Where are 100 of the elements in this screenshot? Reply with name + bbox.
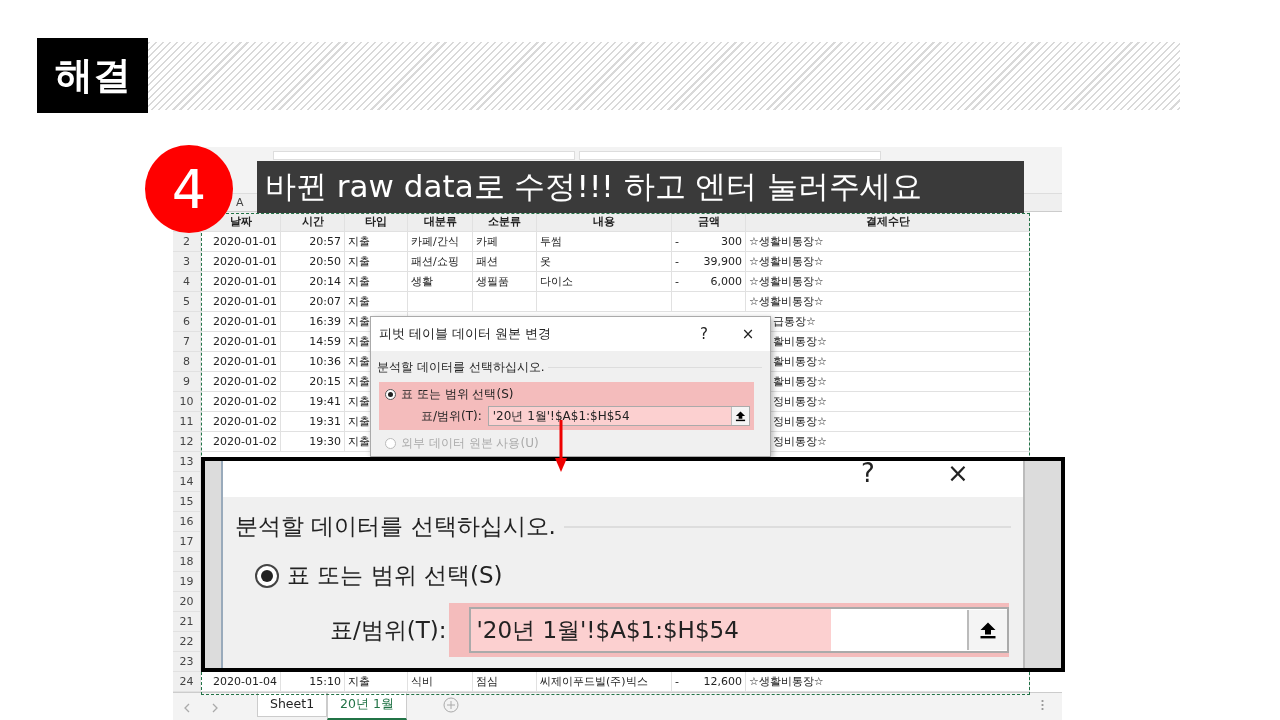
table-cell: 19:41 [281, 392, 345, 412]
table-cell: 지출 [345, 232, 408, 252]
table-cell: 2020-01-01 [201, 292, 281, 312]
column-header: 결제수단 [746, 212, 1030, 232]
table-cell: 20:14 [281, 272, 345, 292]
collapse-button[interactable] [730, 407, 749, 425]
column-header: 타입 [345, 212, 408, 232]
table-cell: 2020-01-01 [201, 272, 281, 292]
table-cell: 카페/간식 [408, 232, 473, 252]
row-number[interactable]: 5 [173, 292, 201, 312]
row-number[interactable]: 20 [173, 592, 201, 612]
row-number[interactable]: 4 [173, 272, 201, 292]
empty-cell [473, 292, 537, 312]
table-cell: 생필품 [473, 272, 537, 292]
amount-sign: - [675, 674, 679, 690]
row-number[interactable]: 14 [173, 472, 201, 492]
field-value: '20년 1월'!$A$1:$H$54 [476, 615, 740, 645]
table-cell: 20:07 [281, 292, 345, 312]
upload-icon [734, 410, 746, 422]
table-cell: 19:30 [281, 432, 345, 452]
column-letter[interactable]: A [236, 194, 244, 211]
row-number[interactable]: 6 [173, 312, 201, 332]
field-label: 표/범위(T): [421, 407, 482, 425]
table-cell: 14:59 [281, 332, 345, 352]
splitter-handle[interactable] [1041, 699, 1044, 711]
table-cell: 2020-01-02 [201, 372, 281, 392]
table-cell: 20:50 [281, 252, 345, 272]
row-number[interactable]: 2 [173, 232, 201, 252]
row-number[interactable]: 24 [173, 672, 201, 692]
row-number[interactable]: 8 [173, 352, 201, 372]
collapse-button[interactable] [966, 610, 1007, 650]
arrow-drawing [555, 420, 567, 472]
amount-sign: - [675, 234, 679, 250]
row-number[interactable]: 23 [173, 652, 201, 672]
table-cell: 20:57 [281, 232, 345, 252]
table-cell: ☆생활비통장☆ [746, 272, 1030, 292]
toolbar-field[interactable] [579, 151, 881, 160]
table-cell: 2020-01-02 [201, 432, 281, 452]
amount-value: 6,000 [710, 274, 742, 290]
empty-cell [408, 292, 473, 312]
table-cell: 10:36 [281, 352, 345, 372]
row-number[interactable]: 3 [173, 252, 201, 272]
toolbar-field[interactable] [273, 151, 575, 160]
scroll-right-icon[interactable] [210, 701, 220, 711]
help-button[interactable]: ? [682, 325, 726, 343]
table-cell: 다이소 [537, 272, 672, 292]
slide-heading: 해결 [37, 38, 148, 113]
upload-icon [978, 620, 997, 640]
table-cell: ☆생활비통장☆ [746, 252, 1030, 272]
table-cell: 지출 [345, 272, 408, 292]
row-number[interactable]: 10 [173, 392, 201, 412]
table-cell: 20:15 [281, 372, 345, 392]
column-header: 금액 [672, 212, 746, 232]
row-number[interactable]: 12 [173, 432, 201, 452]
row-number[interactable]: 22 [173, 632, 201, 652]
sheet-tab[interactable]: Sheet1 [257, 693, 328, 717]
table-cell: 패션/쇼핑 [408, 252, 473, 272]
row-number[interactable]: 18 [173, 552, 201, 572]
table-cell: 지출 [345, 252, 408, 272]
row-number[interactable]: 17 [173, 532, 201, 552]
table-cell: 2020-01-01 [201, 252, 281, 272]
table-cell: 생활 [408, 272, 473, 292]
range-field[interactable]: '20년 1월'!$A$1:$H$54 [487, 406, 750, 426]
column-header: 시간 [281, 212, 345, 232]
row-number[interactable]: 19 [173, 572, 201, 592]
row-number[interactable]: 21 [173, 612, 201, 632]
caption-banner: 바뀐 raw data로 수정!!! 하고 엔터 눌러주세요 [257, 161, 1024, 213]
row-number[interactable]: 11 [173, 412, 201, 432]
table-cell: 투썸 [537, 232, 672, 252]
column-header: 내용 [537, 212, 672, 232]
amount-sign: - [675, 274, 679, 290]
table-cell: 옷 [537, 252, 672, 272]
table-cell: 2020-01-01 [201, 312, 281, 332]
table-cell: 지출 [345, 292, 408, 312]
close-button[interactable]: × [913, 461, 1003, 485]
table-cell: 19:31 [281, 412, 345, 432]
radio-button[interactable] [385, 389, 396, 400]
sheet-tab[interactable]: 20년 1월 [327, 693, 407, 720]
prompt-text: 분석할 데이터를 선택하십시오. [235, 512, 556, 541]
add-sheet-icon[interactable] [442, 697, 459, 713]
table-cell: 2020-01-02 [201, 392, 281, 412]
range-field[interactable]: '20년 1월'!$A$1:$H$54 [468, 607, 1009, 653]
column-header: 대분류 [408, 212, 473, 232]
amount-value: 300 [721, 234, 742, 250]
amount-sign: - [675, 254, 679, 270]
row-number[interactable]: 15 [173, 492, 201, 512]
row-number[interactable]: 13 [173, 452, 201, 472]
help-button[interactable]: ? [823, 461, 913, 485]
row-number[interactable]: 16 [173, 512, 201, 532]
table-cell: 16:39 [281, 312, 345, 332]
table-cell: 2020-01-01 [201, 332, 281, 352]
field-label: 표/범위(T): [330, 615, 448, 645]
table-cell: 2020-01-01 [201, 232, 281, 252]
scroll-left-icon[interactable] [182, 701, 192, 711]
table-cell: 패션 [473, 252, 537, 272]
row-number[interactable]: 9 [173, 372, 201, 392]
table-cell: ☆생활비통장☆ [746, 232, 1030, 252]
row-number[interactable]: 7 [173, 332, 201, 352]
option-label[interactable]: 표 또는 범위 선택(S) [287, 560, 503, 591]
radio-button[interactable] [255, 563, 279, 588]
